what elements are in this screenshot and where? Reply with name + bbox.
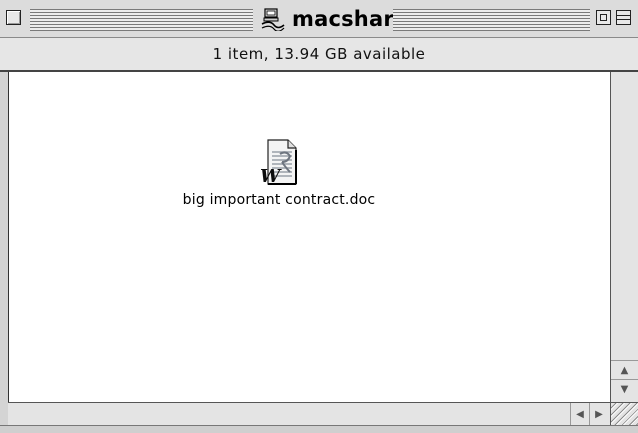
title-bar-stripes-left (30, 9, 253, 31)
title-bar[interactable]: macshare (0, 0, 638, 38)
zoom-box[interactable] (596, 10, 611, 25)
resize-grip-icon[interactable] (610, 402, 638, 425)
window-bottom-edge (0, 425, 638, 433)
title-bar-stripes-right (393, 9, 590, 31)
network-volume-icon (261, 8, 285, 31)
svg-text:W: W (260, 166, 282, 187)
window-info-header: 1 item, 13.94 GB available (0, 38, 638, 72)
item-count-status: 1 item, 13.94 GB available (212, 45, 426, 63)
file-name-label: big important contract.doc (182, 192, 376, 208)
word-document-icon: W (260, 139, 297, 187)
file-item[interactable]: W big important contract.doc (169, 138, 389, 208)
horizontal-scrollbar[interactable]: ◀ ▶ (8, 402, 610, 425)
scroll-left-arrow-icon[interactable]: ◀ (570, 403, 589, 425)
window-left-edge (0, 72, 8, 425)
file-area[interactable]: W big important contract.doc (8, 72, 611, 402)
window-title: macshare (292, 7, 409, 31)
finder-window: macshare 1 item, 13.94 GB available W bi… (0, 0, 638, 433)
collapse-box[interactable] (616, 10, 631, 25)
close-box[interactable] (6, 10, 21, 25)
scroll-down-arrow-icon[interactable]: ▼ (611, 379, 638, 398)
scroll-right-arrow-icon[interactable]: ▶ (589, 403, 608, 425)
window-title-group: macshare (256, 5, 413, 33)
scroll-up-arrow-icon[interactable]: ▲ (611, 360, 638, 379)
vertical-scrollbar[interactable]: ▲ ▼ (610, 72, 638, 402)
